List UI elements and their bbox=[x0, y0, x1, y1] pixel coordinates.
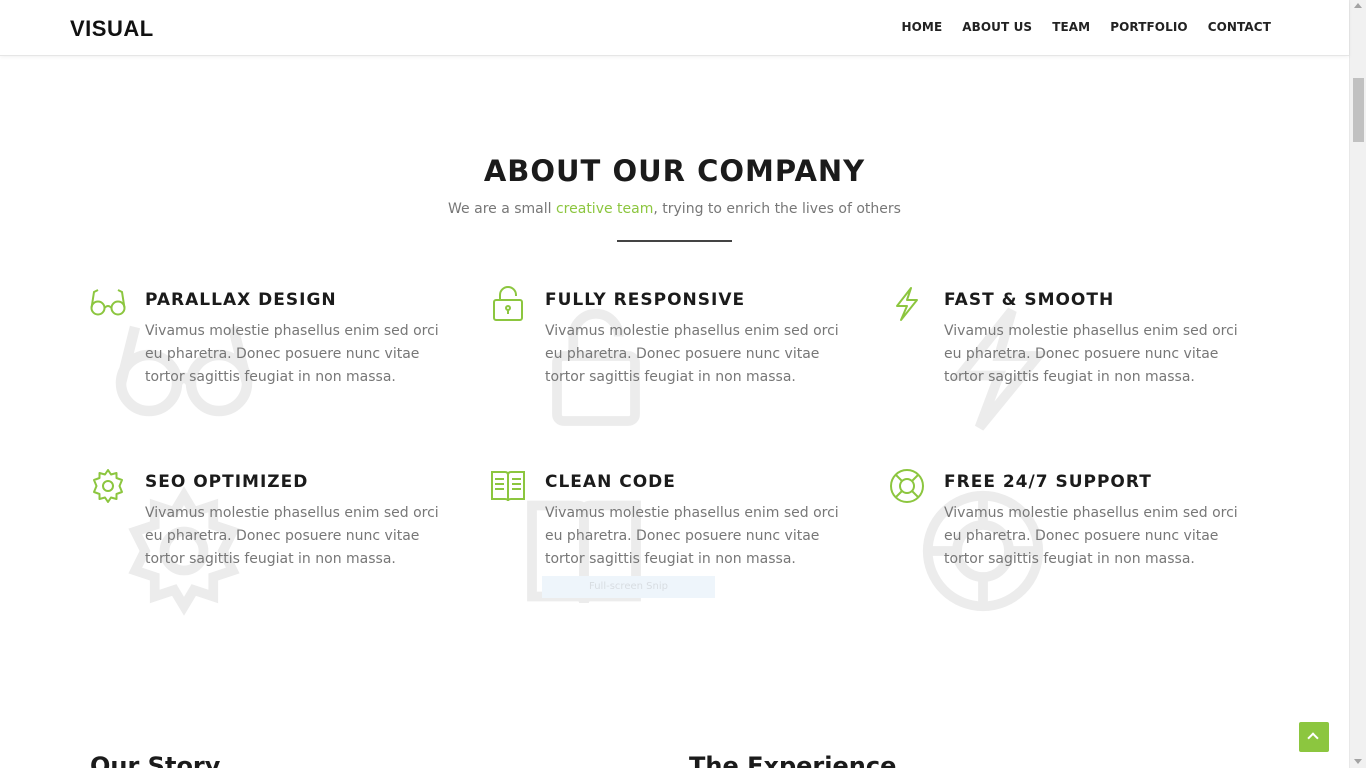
subtitle-before: We are a small bbox=[448, 201, 556, 217]
site-header: VISUAL HOME ABOUT US TEAM PORTFOLIO CONT… bbox=[0, 0, 1349, 56]
lightning-icon bbox=[896, 287, 918, 321]
feature-title: SEO OPTIMIZED bbox=[145, 472, 309, 492]
feature-text: Vivamus molestie phasellus enim sed orci… bbox=[145, 505, 439, 567]
unlock-icon bbox=[493, 286, 523, 321]
glasses-icon bbox=[90, 289, 126, 316]
feature-title: PARALLAX DESIGN bbox=[145, 290, 337, 310]
feature-title: CLEAN CODE bbox=[545, 472, 676, 492]
gear-icon bbox=[93, 469, 123, 503]
feature-fast-smooth: FAST & SMOOTH Vivamus molestie phasellus… bbox=[889, 286, 1238, 431]
feature-text: Vivamus molestie phasellus enim sed orci… bbox=[545, 505, 839, 567]
subtitle-after: , trying to enrich the lives of others bbox=[653, 201, 901, 217]
site-logo[interactable]: VISUAL bbox=[70, 16, 154, 42]
subtitle-accent: creative team bbox=[555, 201, 654, 217]
scroll-up-arrow-icon[interactable] bbox=[1354, 3, 1362, 8]
scrollbar-thumb[interactable] bbox=[1353, 78, 1364, 142]
chevron-up-icon bbox=[1307, 732, 1319, 744]
back-to-top-button[interactable] bbox=[1299, 722, 1329, 752]
feature-fully-responsive: FULLY RESPONSIVE Vivamus molestie phasel… bbox=[490, 286, 839, 426]
feature-text: Vivamus molestie phasellus enim sed orci… bbox=[145, 323, 439, 385]
our-story-heading: Our Story bbox=[90, 752, 221, 768]
lifebuoy-icon bbox=[890, 469, 924, 503]
scroll-down-arrow-icon[interactable] bbox=[1354, 759, 1362, 764]
nav-home[interactable]: HOME bbox=[901, 20, 942, 34]
book-icon bbox=[491, 471, 525, 502]
nav-portfolio[interactable]: PORTFOLIO bbox=[1110, 20, 1188, 34]
feature-free-support: FREE 24/7 SUPPORT Vivamus molestie phase… bbox=[889, 468, 1238, 612]
feature-text: Vivamus molestie phasellus enim sed orci… bbox=[545, 323, 839, 385]
section-subtitle: We are a small creative team, trying to … bbox=[0, 201, 1349, 217]
feature-text: Vivamus molestie phasellus enim sed orci… bbox=[944, 323, 1238, 385]
section-divider bbox=[617, 240, 732, 242]
feature-seo-optimized: SEO OPTIMIZED Vivamus molestie phasellus… bbox=[90, 468, 439, 616]
experience-heading: The Experience bbox=[689, 752, 897, 768]
nav-about-us[interactable]: ABOUT US bbox=[962, 20, 1032, 34]
feature-title: FULLY RESPONSIVE bbox=[545, 290, 746, 310]
nav-team[interactable]: TEAM bbox=[1052, 20, 1090, 34]
nav-contact[interactable]: CONTACT bbox=[1208, 20, 1271, 34]
main-nav: HOME ABOUT US TEAM PORTFOLIO CONTACT bbox=[881, 20, 1271, 34]
feature-parallax-design: PARALLAX DESIGN Vivamus molestie phasell… bbox=[90, 286, 439, 417]
fullscreen-snip-overlay[interactable]: Full-screen Snip bbox=[542, 576, 715, 598]
scrollbar[interactable] bbox=[1349, 0, 1366, 768]
feature-title: FREE 24/7 SUPPORT bbox=[944, 472, 1152, 492]
section-title: ABOUT OUR COMPANY bbox=[483, 154, 866, 188]
feature-title: FAST & SMOOTH bbox=[944, 290, 1115, 310]
feature-text: Vivamus molestie phasellus enim sed orci… bbox=[944, 505, 1238, 567]
